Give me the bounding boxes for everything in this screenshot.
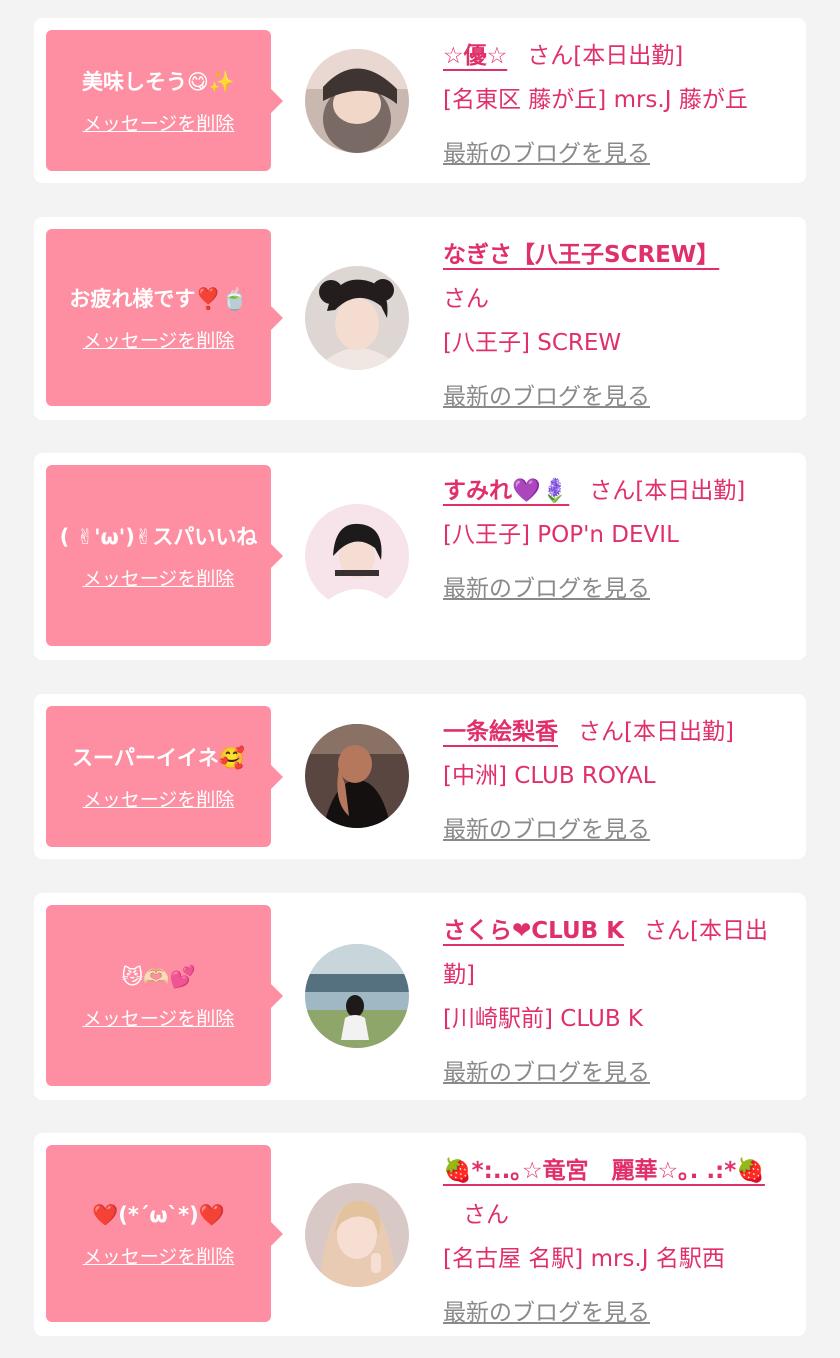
avatar[interactable]: [305, 504, 409, 608]
message-bubble: ❤️(*´ω`*)❤️ メッセージを削除: [46, 1145, 283, 1322]
avatar[interactable]: [305, 944, 409, 1048]
cast-name-link[interactable]: さくら❤CLUB K: [443, 918, 624, 944]
entry-info: なぎさ【八王子SCREW】 さん [八王子] SCREW 最新のブログを見る: [443, 233, 792, 419]
message-bubble: スーパーイイネ🥰 メッセージを削除: [46, 706, 283, 847]
avatar-photo: [305, 49, 409, 153]
entry-info: 🍓*:..｡☆竜宮 麗華☆｡. .:*🍓 さん [名古屋 名駅] mrs.J 名駅…: [443, 1149, 792, 1335]
list-item: お疲れ様です❣️🍵 メッセージを削除 なぎさ【八王子SCREW】 さん [八王子…: [34, 217, 806, 420]
avatar-photo: [305, 1183, 409, 1287]
latest-blog-link[interactable]: 最新のブログを見る: [443, 1051, 650, 1095]
latest-blog-link[interactable]: 最新のブログを見る: [443, 375, 650, 419]
shop-info: [中洲] CLUB ROYAL: [443, 763, 656, 789]
entry-info: 一条絵梨香 さん[本日出勤] [中洲] CLUB ROYAL 最新のブログを見る: [443, 710, 792, 852]
message-bubble: お疲れ様です❣️🍵 メッセージを削除: [46, 229, 283, 406]
latest-blog-link[interactable]: 最新のブログを見る: [443, 1291, 650, 1335]
honorific: さん: [578, 719, 624, 745]
delete-message-link[interactable]: メッセージを削除: [83, 109, 235, 136]
avatar-photo: [305, 724, 409, 828]
entry-info: さくら❤CLUB K さん[本日出勤] [川崎駅前] CLUB K 最新のブログを…: [443, 909, 792, 1095]
list-item: ( ✌︎'ω')✌︎スパいいね メッセージを削除 すみれ💜🪻 さん[本日出勤] […: [34, 453, 806, 660]
entry-info: すみれ💜🪻 さん[本日出勤] [八王子] POP'n DEVIL 最新のブログを見…: [443, 469, 792, 611]
honorific: さん: [443, 286, 489, 312]
shop-info: [八王子] SCREW: [443, 330, 622, 356]
avatar[interactable]: [305, 266, 409, 370]
latest-blog-link[interactable]: 最新のブログを見る: [443, 567, 650, 611]
delete-message-link[interactable]: メッセージを削除: [83, 785, 235, 812]
cast-name-link[interactable]: なぎさ【八王子SCREW】: [443, 242, 719, 268]
message-text: スーパーイイネ🥰: [72, 745, 245, 770]
cast-name-link[interactable]: 一条絵梨香: [443, 719, 558, 745]
delete-message-link[interactable]: メッセージを削除: [83, 1004, 235, 1031]
honorific: さん: [463, 1202, 509, 1228]
avatar-photo: [305, 266, 409, 370]
honorific: さん: [644, 918, 691, 944]
attendance-status: [本日出勤]: [573, 43, 684, 69]
list-item: 😼🫶🏻💕 メッセージを削除 さくら❤CLUB K さん[本日出勤] [川崎駅前] …: [34, 893, 806, 1100]
list-item: 美味しそう😋✨ メッセージを削除 ☆優☆ さん[本日出勤] [名東区 藤が丘] m…: [34, 18, 806, 183]
avatar[interactable]: [305, 49, 409, 153]
message-text: ( ✌︎'ω')✌︎スパいいね: [59, 524, 258, 549]
latest-blog-link[interactable]: 最新のブログを見る: [443, 808, 650, 852]
message-text: お疲れ様です❣️🍵: [69, 286, 248, 311]
delete-message-link[interactable]: メッセージを削除: [83, 1242, 235, 1269]
delete-message-link[interactable]: メッセージを削除: [83, 564, 235, 591]
shop-info: [八王子] POP'n DEVIL: [443, 522, 679, 548]
avatar[interactable]: [305, 724, 409, 828]
list-item: スーパーイイネ🥰 メッセージを削除 一条絵梨香 さん[本日出勤] [中洲] CLU…: [34, 694, 806, 859]
list-item: ❤️(*´ω`*)❤️ メッセージを削除 🍓*:..｡☆竜宮 麗華☆｡. .:*…: [34, 1133, 806, 1336]
avatar[interactable]: [305, 1183, 409, 1287]
message-bubble: ( ✌︎'ω')✌︎スパいいね メッセージを削除: [46, 465, 283, 646]
shop-info: [名古屋 名駅] mrs.J 名駅西: [443, 1246, 725, 1272]
message-text: 😼🫶🏻💕: [121, 964, 196, 989]
entry-info: ☆優☆ さん[本日出勤] [名東区 藤が丘] mrs.J 藤が丘 最新のブログを見…: [443, 34, 792, 176]
shop-info: [川崎駅前] CLUB K: [443, 1006, 643, 1032]
attendance-status: [本日出勤]: [635, 478, 746, 504]
message-bubble: 美味しそう😋✨ メッセージを削除: [46, 30, 283, 171]
shop-info: [名東区 藤が丘] mrs.J 藤が丘: [443, 87, 748, 113]
latest-blog-link[interactable]: 最新のブログを見る: [443, 132, 650, 176]
cast-name-link[interactable]: ☆優☆: [443, 43, 507, 69]
message-list: 美味しそう😋✨ メッセージを削除 ☆優☆ さん[本日出勤] [名東区 藤が丘] m…: [0, 0, 840, 1358]
delete-message-link[interactable]: メッセージを削除: [83, 326, 235, 353]
message-bubble: 😼🫶🏻💕 メッセージを削除: [46, 905, 283, 1086]
cast-name-link[interactable]: すみれ💜🪻: [443, 478, 569, 504]
honorific: さん: [527, 43, 574, 69]
avatar-photo: [305, 944, 409, 1048]
cast-name-link[interactable]: 🍓*:..｡☆竜宮 麗華☆｡. .:*🍓: [443, 1158, 765, 1184]
avatar-photo: [305, 504, 409, 608]
attendance-status: [本日出勤]: [624, 719, 734, 745]
message-text: ❤️(*´ω`*)❤️: [92, 1202, 225, 1227]
message-text: 美味しそう😋✨: [81, 69, 236, 94]
honorific: さん: [589, 478, 636, 504]
